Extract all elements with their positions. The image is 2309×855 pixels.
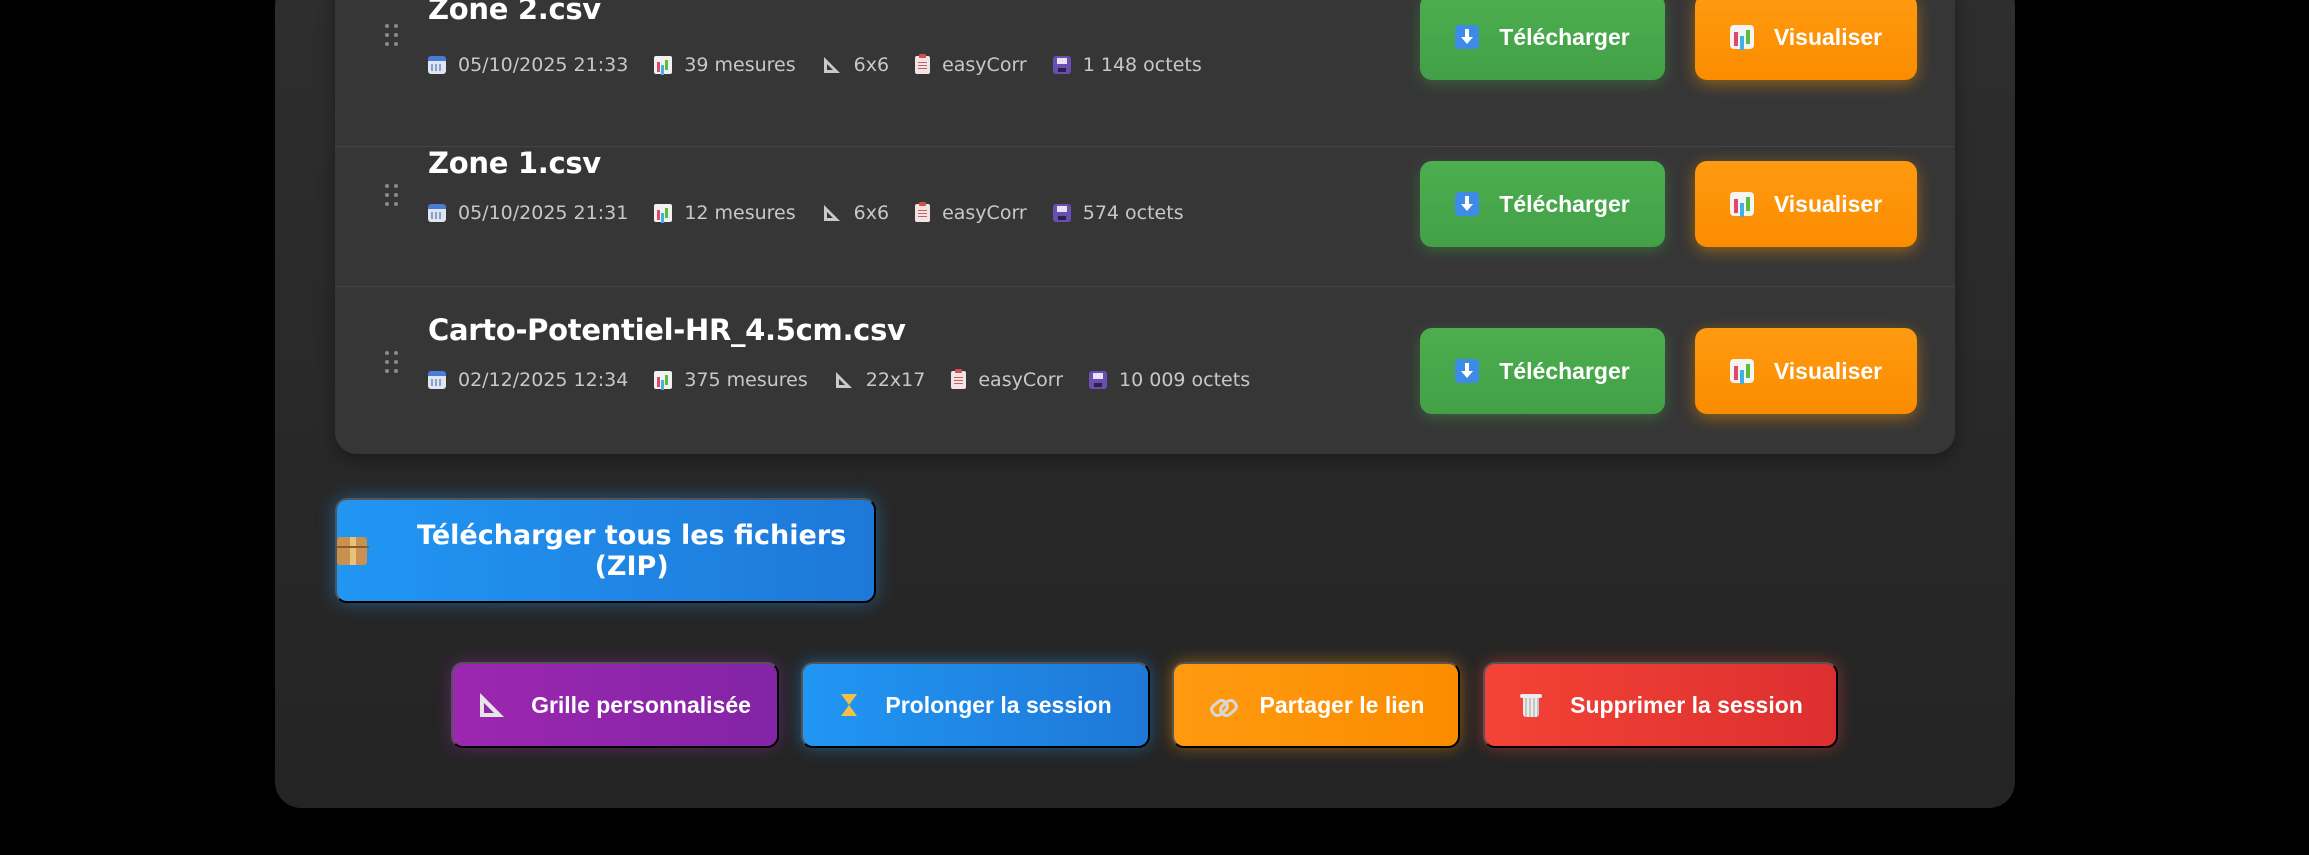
file-row: Carto-Potentiel-HR_4.5cm.csv 02/12/2025 …	[335, 287, 1955, 454]
file-meta: 05/10/2025 21:31 12 mesures 6x6 easyCorr…	[428, 202, 1210, 224]
file-grid: 6x6	[822, 202, 889, 224]
delete-session-button[interactable]: Supprimer la session	[1483, 662, 1838, 748]
download-all-zip-button[interactable]: Télécharger tous les fichiers (ZIP)	[335, 498, 876, 603]
visualize-button[interactable]: Visualiser	[1695, 0, 1917, 80]
file-source: easyCorr	[951, 369, 1063, 391]
file-measures: 12 mesures	[654, 202, 796, 224]
calendar-icon	[428, 371, 446, 389]
file-date: 05/10/2025 21:31	[428, 202, 628, 224]
file-source: easyCorr	[915, 202, 1027, 224]
floppy-disk-icon	[1052, 204, 1071, 222]
download-arrow-icon	[1455, 359, 1480, 383]
file-meta: 02/12/2025 12:34 375 mesures 22x17 easyC…	[428, 369, 1276, 391]
bar-chart-icon	[654, 371, 673, 389]
visualize-button[interactable]: Visualiser	[1695, 328, 1917, 414]
share-link-button[interactable]: Partager le lien	[1172, 662, 1460, 748]
hourglass-icon	[839, 692, 859, 718]
download-button[interactable]: Télécharger	[1420, 161, 1665, 247]
ruler-triangle-icon	[822, 204, 842, 222]
download-button[interactable]: Télécharger	[1420, 328, 1665, 414]
floppy-disk-icon	[1089, 371, 1108, 389]
trash-icon	[1518, 692, 1544, 718]
clipboard-icon	[951, 369, 967, 389]
bar-chart-icon	[654, 56, 673, 74]
floppy-disk-icon	[1052, 56, 1071, 74]
file-list: Zone 2.csv 05/10/2025 21:33 39 mesures 6…	[335, 0, 1955, 454]
chart-icon	[1729, 25, 1754, 49]
calendar-icon	[428, 204, 446, 222]
bar-chart-icon	[654, 204, 673, 222]
file-date: 02/12/2025 12:34	[428, 369, 628, 391]
file-grid: 22x17	[834, 369, 925, 391]
file-row: Zone 1.csv 05/10/2025 21:31 12 mesures 6…	[335, 120, 1955, 287]
calendar-icon	[428, 56, 446, 74]
package-icon	[337, 536, 370, 565]
file-meta: 05/10/2025 21:33 39 mesures 6x6 easyCorr…	[428, 54, 1228, 76]
extend-session-button[interactable]: Prolonger la session	[801, 662, 1150, 748]
file-measures: 375 mesures	[654, 369, 808, 391]
file-date: 05/10/2025 21:33	[428, 54, 628, 76]
file-size: 10 009 octets	[1089, 369, 1250, 391]
link-icon	[1208, 692, 1234, 718]
download-button[interactable]: Télécharger	[1420, 0, 1665, 80]
drag-handle-icon[interactable]	[385, 184, 401, 210]
custom-grid-button[interactable]: Grille personnalisée	[451, 662, 779, 748]
ruler-triangle-icon	[834, 371, 854, 389]
clipboard-icon	[915, 54, 931, 74]
download-arrow-icon	[1455, 25, 1480, 49]
file-name: Zone 2.csv	[428, 0, 601, 26]
visualize-button[interactable]: Visualiser	[1695, 161, 1917, 247]
file-source: easyCorr	[915, 54, 1027, 76]
file-name: Zone 1.csv	[428, 146, 601, 180]
file-name: Carto-Potentiel-HR_4.5cm.csv	[428, 313, 906, 347]
file-size: 1 148 octets	[1052, 54, 1202, 76]
ruler-triangle-icon	[822, 56, 842, 74]
chart-icon	[1729, 192, 1754, 216]
drag-handle-icon[interactable]	[385, 24, 401, 50]
ruler-triangle-icon	[479, 692, 505, 718]
file-measures: 39 mesures	[654, 54, 796, 76]
file-grid: 6x6	[822, 54, 889, 76]
drag-handle-icon[interactable]	[385, 351, 401, 377]
download-arrow-icon	[1455, 192, 1480, 216]
chart-icon	[1729, 359, 1754, 383]
file-size: 574 octets	[1052, 202, 1184, 224]
clipboard-icon	[915, 202, 931, 222]
